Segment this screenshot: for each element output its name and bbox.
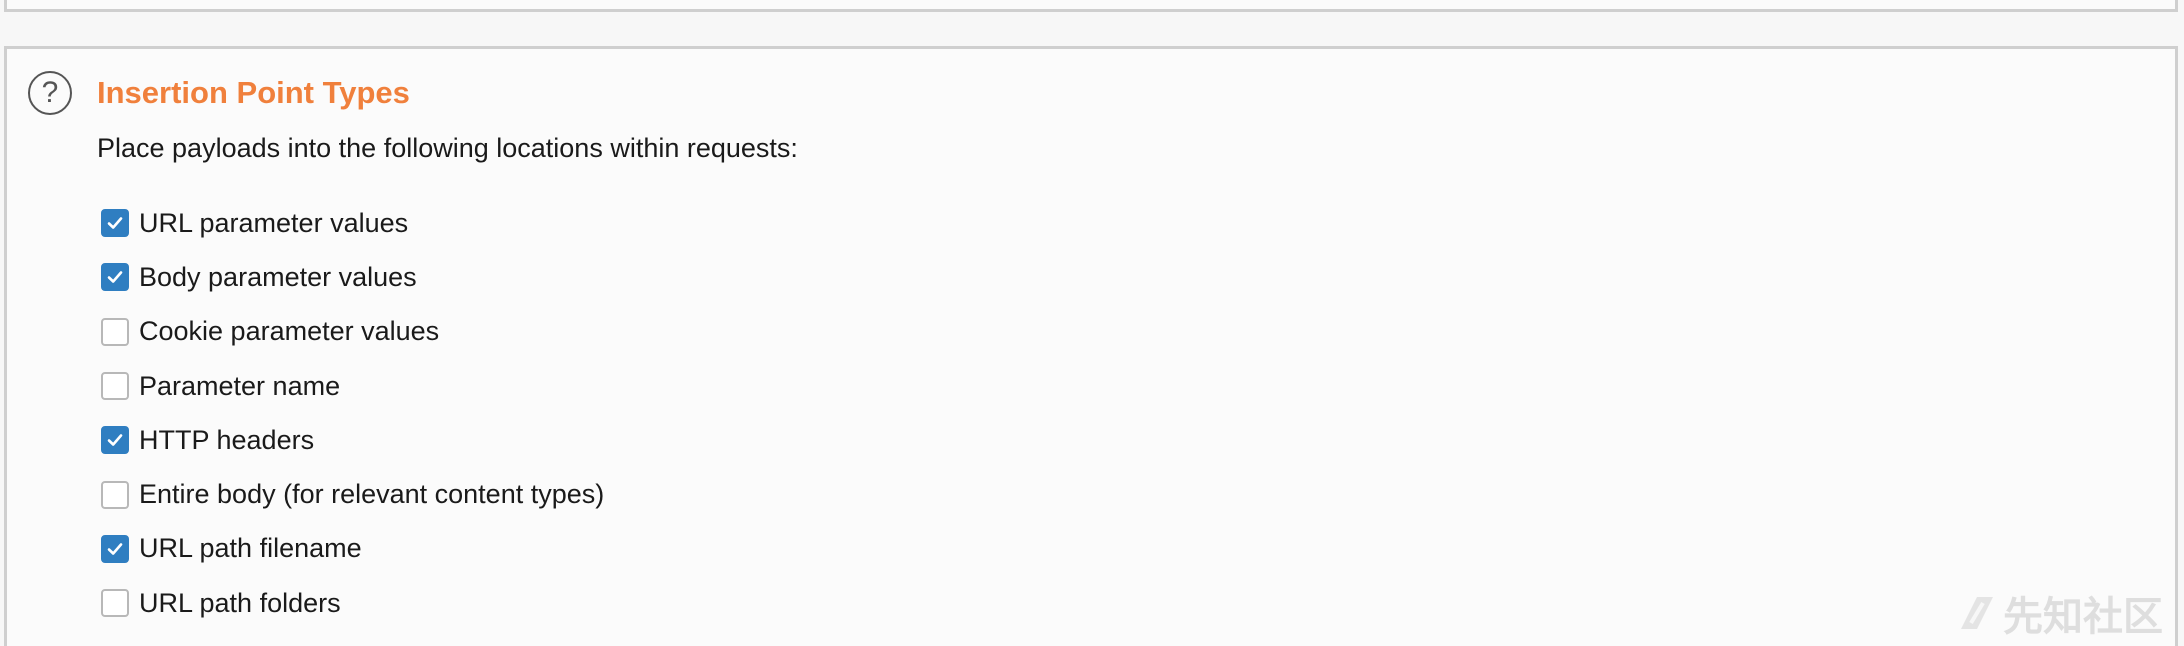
option-body-parameter-values[interactable]: Body parameter values <box>101 250 604 304</box>
option-url-path-filename[interactable]: URL path filename <box>101 522 604 576</box>
checkbox[interactable] <box>101 480 129 509</box>
check-icon <box>107 217 123 229</box>
checkbox[interactable] <box>101 534 129 563</box>
option-label: URL path filename <box>139 533 362 564</box>
option-parameter-name[interactable]: Parameter name <box>101 359 604 413</box>
check-icon <box>107 434 123 447</box>
checkbox[interactable] <box>101 263 129 292</box>
watermark-text: 先知社区 <box>2003 595 2163 639</box>
option-entire-body[interactable]: Entire body (for relevant content types) <box>101 467 604 521</box>
option-url-parameter-values[interactable]: URL parameter values <box>101 196 604 250</box>
previous-panel <box>4 0 2178 12</box>
check-icon <box>107 271 123 284</box>
option-label: URL parameter values <box>139 207 409 238</box>
option-cookie-parameter-values[interactable]: Cookie parameter values <box>101 305 604 359</box>
option-label: Parameter name <box>139 370 341 401</box>
insertion-point-types-panel: ? Insertion Point Types Place payloads i… <box>4 46 2178 646</box>
watermark: 先知社区 <box>1957 584 2163 642</box>
option-label: Body parameter values <box>139 261 417 292</box>
option-http-headers[interactable]: HTTP headers <box>101 413 604 467</box>
checkbox[interactable] <box>101 589 129 618</box>
section-title: Insertion Point Types <box>97 75 410 110</box>
option-url-path-folders[interactable]: URL path folders <box>101 576 604 630</box>
watermark-logo-icon <box>1961 597 1993 629</box>
insertion-point-options: URL parameter values Body parameter valu… <box>101 196 604 630</box>
option-label: Cookie parameter values <box>139 316 440 347</box>
check-icon <box>107 543 123 555</box>
option-label: URL path folders <box>139 587 341 618</box>
section-description: Place payloads into the following locati… <box>97 133 798 163</box>
checkbox[interactable] <box>101 426 129 455</box>
checkbox[interactable] <box>101 317 129 346</box>
checkbox[interactable] <box>101 372 129 401</box>
option-label: Entire body (for relevant content types) <box>139 479 605 510</box>
checkbox[interactable] <box>101 209 129 238</box>
question-circle-icon[interactable]: ? <box>28 71 72 115</box>
option-label: HTTP headers <box>139 424 315 455</box>
